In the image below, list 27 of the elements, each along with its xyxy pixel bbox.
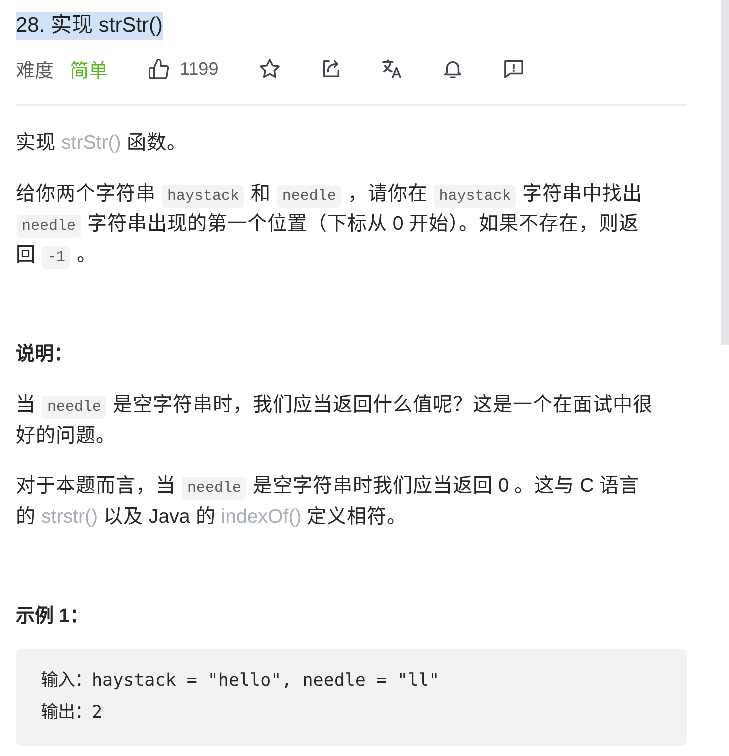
doc-link[interactable]: strstr() [41,506,98,528]
description-text: 给你两个字符串 haystack 和 needle ，请你在 haystack 字符串中找出 needle 字符串出现的第一个位置（下标从 0 开始）。如果不存在，则返回 -1 。 [16,178,656,270]
thumbs-up-icon [149,59,169,79]
star-icon [260,59,280,79]
description-text: 对于本题而言，当 needle 是空字符串时我们应当返回 0 。这与 C 语言的 strstr() 以及 Java 的 indexOf() 定义相符。 [16,474,641,530]
code-line: 输入：haystack = "hello", needle = "ll" [41,670,441,693]
section-heading: 说明： [16,342,74,367]
favorite-button[interactable] [260,59,280,79]
doc-link[interactable]: strStr() [61,132,122,154]
like-button[interactable]: 1199 [149,58,219,80]
feedback-icon [504,59,524,79]
translate-button[interactable] [382,59,402,79]
description-text: 实现 strStr() 函数。 [16,131,188,156]
share-button[interactable] [320,59,341,79]
scrollbar-thumb[interactable] [721,0,729,345]
problem-title: 28. 实现 strStr() [16,12,164,40]
translate-icon [382,59,402,79]
bell-icon [442,59,463,79]
description-text: 当 needle 是空字符串时，我们应当返回什么值呢？这是一个在面试中很好的问题。 [16,393,654,448]
share-icon [320,59,341,79]
section-heading: 示例 1： [16,604,90,629]
notify-button[interactable] [442,59,463,79]
difficulty-value: 简单 [70,60,108,83]
code-line: 输出：2 [41,702,104,725]
feedback-button[interactable] [504,59,524,79]
difficulty-label: 难度 [16,60,54,83]
doc-link[interactable]: indexOf() [221,506,302,528]
